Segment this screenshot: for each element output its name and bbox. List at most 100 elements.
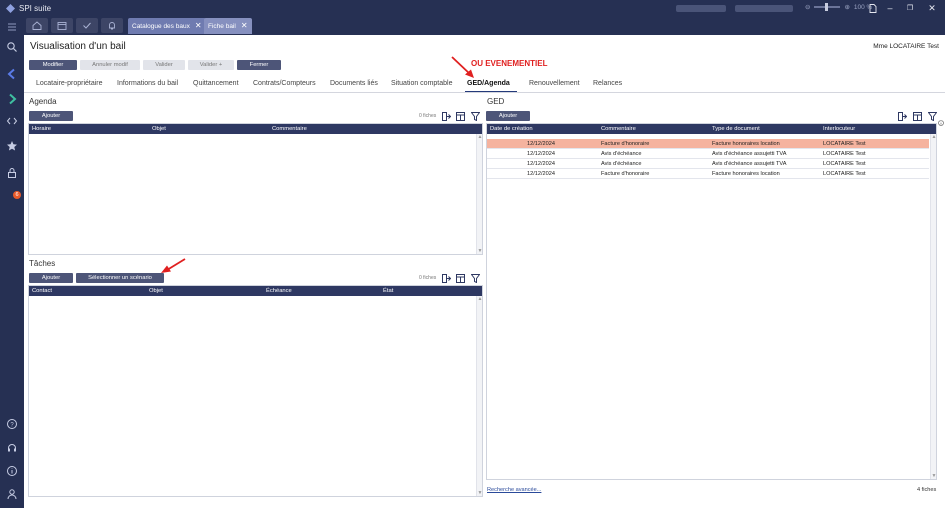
table-row[interactable]: 12/12/2024 Facture d'honoraire Facture h… xyxy=(487,169,929,179)
tab-relances[interactable]: Relances xyxy=(593,80,622,87)
column-header[interactable]: Horaire xyxy=(32,126,51,132)
info-icon[interactable] xyxy=(6,465,18,477)
search-icon[interactable] xyxy=(6,41,18,53)
table-row[interactable]: 12/12/2024 Facture d'honoraire Facture h… xyxy=(487,139,929,149)
redacted-info xyxy=(676,5,726,12)
ged-title: GED xyxy=(487,97,505,106)
contact-cell: LOCATAIRE Test xyxy=(823,141,866,147)
tab-locataire-proprietaire[interactable]: Locataire-propriétaire xyxy=(36,80,103,87)
agenda-title: Agenda xyxy=(29,97,57,106)
column-header[interactable]: Date de création xyxy=(490,126,533,132)
restore-button[interactable]: ❐ xyxy=(903,2,917,15)
cancel-modify-button[interactable]: Annuler modif xyxy=(80,60,140,70)
type-cell: Avis d'échéance assujetti TVA xyxy=(712,161,787,167)
agenda-count: 0 fiches xyxy=(419,113,437,119)
close-button[interactable]: Fermer xyxy=(237,60,281,70)
validate-plus-button[interactable]: Valider + xyxy=(188,60,234,70)
annotation-arrow-icon xyxy=(161,258,186,273)
advanced-search-link[interactable]: Recherche avancée... xyxy=(487,487,541,493)
lock-icon[interactable] xyxy=(6,167,18,179)
date-cell: 12/12/2024 xyxy=(527,161,555,167)
agenda-add-button[interactable]: Ajouter xyxy=(29,111,73,121)
user-icon[interactable] xyxy=(6,488,18,500)
export-icon[interactable] xyxy=(898,112,907,121)
calendar-tab-button[interactable] xyxy=(51,18,73,33)
ged-add-button[interactable]: Ajouter xyxy=(486,111,530,121)
column-header[interactable]: Commentaire xyxy=(272,126,307,132)
type-cell: Facture honoraires location xyxy=(712,171,780,177)
tasks-grid[interactable]: Contact Objet Échéance État ▲ ▼ xyxy=(28,285,483,497)
export-icon[interactable] xyxy=(442,274,451,283)
comment-cell: Facture d'honoraire xyxy=(601,141,650,147)
column-header[interactable]: Interlocuteur xyxy=(823,126,855,132)
tasks-add-button[interactable]: Ajouter xyxy=(29,273,73,283)
notification-badge: 6 xyxy=(13,191,21,199)
column-header[interactable]: Échéance xyxy=(266,288,292,294)
date-cell: 12/12/2024 xyxy=(527,141,555,147)
main-panel: Visualisation d'un bail Mme LOCATAIRE Te… xyxy=(24,35,945,508)
modify-button[interactable]: Modifier xyxy=(29,60,77,70)
column-header[interactable]: Type de document xyxy=(712,126,760,132)
arrow-right-icon[interactable] xyxy=(6,93,18,105)
ged-grid[interactable]: Date de création Commentaire Type de doc… xyxy=(486,123,937,480)
zoom-slider[interactable] xyxy=(814,3,841,11)
code-icon[interactable] xyxy=(6,115,18,127)
bell-icon xyxy=(109,22,115,30)
tasks-scrollbar[interactable]: ▲ ▼ xyxy=(476,296,482,496)
zoom-control[interactable]: ⊖ ⊕ 100 % xyxy=(805,3,872,11)
tab-label: Catalogue des baux xyxy=(132,23,190,30)
close-tab-icon[interactable]: ✕ xyxy=(241,21,248,30)
tab-quittancement[interactable]: Quittancement xyxy=(193,80,239,87)
column-header[interactable]: Objet xyxy=(152,126,166,132)
date-cell: 12/12/2024 xyxy=(527,151,555,157)
validate-button[interactable]: Valider xyxy=(143,60,185,70)
tab-catalogue-des-baux[interactable]: Catalogue des baux ✕ xyxy=(128,18,206,34)
tab-fiche-bail[interactable]: Fiche bail ✕ xyxy=(204,18,252,34)
columns-icon[interactable] xyxy=(456,112,465,121)
export-icon[interactable] xyxy=(442,112,451,121)
star-icon[interactable] xyxy=(6,140,18,152)
close-window-button[interactable]: ✕ xyxy=(925,2,939,15)
tab-renouvellement[interactable]: Renouvellement xyxy=(529,80,580,87)
filter-icon[interactable] xyxy=(928,112,937,121)
tab-documents-lies[interactable]: Documents liés xyxy=(330,80,378,87)
arrow-left-icon[interactable] xyxy=(6,68,18,80)
table-row[interactable]: 12/12/2024 Avis d'échéance Avis d'échéan… xyxy=(487,159,929,169)
home-icon xyxy=(32,21,42,30)
app-logo-icon xyxy=(6,4,15,13)
help-icon[interactable]: ? xyxy=(6,418,18,430)
column-header[interactable]: Contact xyxy=(32,288,52,294)
column-header[interactable]: Objet xyxy=(149,288,163,294)
zoom-in-icon[interactable]: ⊕ xyxy=(844,3,849,11)
filter-icon[interactable] xyxy=(471,274,480,283)
redacted-info xyxy=(735,5,793,12)
tab-informations-du-bail[interactable]: Informations du bail xyxy=(117,80,178,87)
tab-ged-agenda[interactable]: GED/Agenda xyxy=(467,80,510,87)
ged-scrollbar[interactable]: ▲ ▼ xyxy=(930,134,936,479)
tab-contrats-compteurs[interactable]: Contrats/Compteurs xyxy=(253,80,316,87)
minimize-button[interactable]: – xyxy=(883,2,897,15)
close-tab-icon[interactable]: ✕ xyxy=(195,21,202,30)
table-row[interactable]: 12/12/2024 Avis d'échéance Avis d'échéan… xyxy=(487,149,929,159)
menu-icon[interactable] xyxy=(6,21,18,33)
notifications-tab-button[interactable] xyxy=(101,18,123,33)
column-header[interactable]: Commentaire xyxy=(601,126,636,132)
column-header[interactable]: État xyxy=(383,288,393,294)
tab-label: Fiche bail xyxy=(208,23,236,30)
filter-icon[interactable] xyxy=(471,112,480,121)
tasks-count: 0 fiches xyxy=(419,275,437,281)
select-scenario-button[interactable]: Sélectionner un scénario xyxy=(76,273,164,283)
tasks-tab-button[interactable] xyxy=(76,18,98,33)
home-tab-button[interactable] xyxy=(26,18,48,33)
document-icon[interactable] xyxy=(869,4,877,13)
agenda-grid[interactable]: Horaire Objet Commentaire ▲ ▼ xyxy=(28,123,483,255)
info-icon[interactable] xyxy=(938,120,944,126)
columns-icon[interactable] xyxy=(456,274,465,283)
zoom-out-icon[interactable]: ⊖ xyxy=(805,3,810,11)
annotation-arrow-icon xyxy=(451,56,474,78)
columns-icon[interactable] xyxy=(913,112,922,121)
agenda-scrollbar[interactable]: ▲ ▼ xyxy=(476,134,482,254)
calendar-icon xyxy=(57,22,67,30)
headset-icon[interactable] xyxy=(6,442,18,454)
tab-situation-comptable[interactable]: Situation comptable xyxy=(391,80,452,87)
